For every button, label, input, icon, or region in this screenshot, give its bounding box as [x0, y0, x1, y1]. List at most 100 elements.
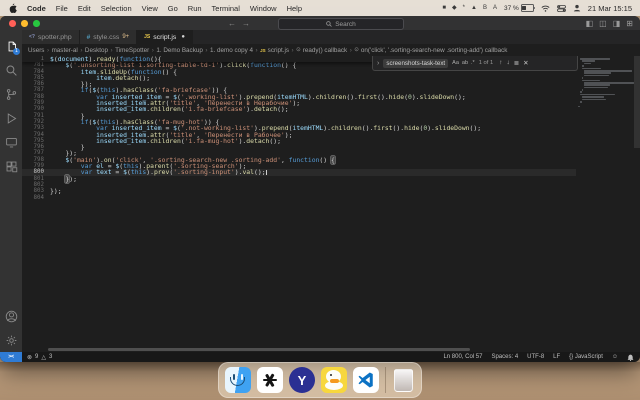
problems-indicator[interactable]: ⊗ 9 △ 3: [27, 354, 52, 361]
menu-file[interactable]: File: [56, 4, 68, 13]
settings-button[interactable]: [0, 328, 22, 352]
code-line-804[interactable]: 804: [22, 195, 576, 201]
menu-code[interactable]: Code: [27, 4, 46, 13]
breadcrumb-separator: ›: [46, 46, 50, 54]
status-encoding[interactable]: UTF-8: [527, 354, 544, 360]
battery-indicator[interactable]: 37 %: [503, 4, 535, 12]
find-in-selection-button[interactable]: ≣: [514, 59, 519, 67]
nav-forward-icon[interactable]: →: [242, 19, 250, 28]
match-case-toggle[interactable]: Aa: [452, 60, 459, 66]
sidebar-item-search[interactable]: [0, 58, 22, 82]
command-center-search[interactable]: Search: [278, 18, 404, 30]
menubar-app-icon-1[interactable]: ■: [442, 5, 446, 11]
layout-toggle-icon-4[interactable]: ⊞: [626, 19, 633, 28]
status-indentation[interactable]: Spaces: 4: [491, 354, 518, 360]
breadcrumb-item[interactable]: script.js: [268, 47, 289, 54]
breadcrumb-item[interactable]: ready() callback: [303, 47, 347, 54]
find-expand-chevron-icon[interactable]: ›: [377, 60, 379, 67]
sidebar-item-explorer[interactable]: 1: [0, 34, 22, 58]
run-debug-icon: [7, 112, 16, 124]
menubar-app-icon-4[interactable]: ▲: [471, 5, 477, 11]
menu-help[interactable]: Help: [287, 4, 302, 13]
find-input[interactable]: screenshots-task-text: [383, 58, 449, 68]
vertical-scrollbar[interactable]: [634, 56, 640, 148]
chatgpt-icon[interactable]: [257, 367, 283, 393]
finder-icon[interactable]: [225, 367, 251, 393]
sidebar-item-run-debug[interactable]: [0, 106, 22, 130]
horizontal-scrollbar[interactable]: [48, 347, 470, 351]
breadcrumb-separator: ›: [151, 46, 154, 54]
line-content: });: [65, 174, 77, 183]
breadcrumb-item[interactable]: master-al: [52, 47, 78, 54]
menu-run[interactable]: Run: [188, 4, 202, 13]
accounts-button[interactable]: [0, 304, 22, 328]
menubar-app-icon-5[interactable]: B: [483, 5, 487, 11]
layout-toggle-icons: ◧ ◫ ◨ ⊞: [586, 16, 633, 30]
zoom-window-button[interactable]: [33, 20, 40, 27]
menu-selection[interactable]: Selection: [101, 4, 132, 13]
layout-toggle-icon-3[interactable]: ◨: [613, 19, 621, 28]
regex-toggle[interactable]: .*: [471, 60, 475, 66]
breadcrumb-item[interactable]: Desktop: [85, 47, 108, 54]
menu-view[interactable]: View: [142, 4, 158, 13]
sidebar-item-extensions[interactable]: [0, 154, 22, 178]
breadcrumb-separator: ›: [110, 46, 113, 54]
close-find-button[interactable]: ✕: [523, 59, 528, 67]
dock: Y: [218, 362, 422, 398]
close-window-button[interactable]: [9, 20, 16, 27]
nav-back-icon[interactable]: ←: [228, 19, 236, 28]
prev-match-button[interactable]: ↑: [499, 59, 502, 67]
breadcrumb-separator: ›: [255, 46, 258, 54]
tab-problems-badge: 9+: [122, 34, 130, 40]
breadcrumb-item[interactable]: 1. demo copy 4: [210, 47, 253, 54]
layout-toggle-icon-1[interactable]: ◧: [586, 19, 594, 28]
remote-indicator[interactable]: ><: [0, 352, 22, 362]
tab-spotter.php[interactable]: <? spotter.php: [22, 30, 80, 44]
menubar-app-icon-6[interactable]: A: [493, 5, 497, 11]
menu-window[interactable]: Window: [250, 4, 277, 13]
sidebar-item-remote-explorer[interactable]: [0, 130, 22, 154]
menubar-status-icons: ■ ◆ * ▲ B A: [442, 5, 497, 11]
user-switch-icon[interactable]: [573, 4, 581, 12]
menu-terminal[interactable]: Terminal: [212, 4, 240, 13]
yandex-browser-icon[interactable]: Y: [289, 367, 315, 393]
battery-percent: 37 %: [503, 4, 519, 12]
tab-style.css[interactable]: # style.css 9+: [79, 30, 138, 44]
find-buttons: ↑ ↓ ≣ ✕: [499, 59, 528, 67]
breadcrumb-item[interactable]: TimeSpotter: [115, 47, 149, 54]
sidebar-item-source-control[interactable]: [0, 82, 22, 106]
next-match-button[interactable]: ↓: [506, 59, 509, 67]
line-number: 1: [40, 56, 45, 62]
vscode-icon[interactable]: [353, 367, 379, 393]
trash-icon[interactable]: [394, 368, 413, 392]
tab-label: spotter.php: [37, 33, 72, 41]
breadcrumb-item[interactable]: 1. Demo Backup: [156, 47, 203, 54]
control-center-icon[interactable]: [556, 4, 566, 12]
code-lines[interactable]: 1 $(document).ready(function(){781 $('.un…: [22, 56, 576, 201]
code-editor[interactable]: 1 $(document).ready(function(){781 $('.un…: [22, 56, 640, 352]
breadcrumb-item[interactable]: on('click', '.sorting-search-new .sortin…: [361, 47, 508, 54]
duck-app-icon[interactable]: [321, 367, 347, 393]
breadcrumb-item[interactable]: Users: [28, 47, 44, 54]
title-bar[interactable]: ← → Search ◧ ◫ ◨ ⊞: [0, 16, 640, 30]
menubar-clock[interactable]: 21 Mar 15:15: [588, 4, 632, 13]
status-eol[interactable]: LF: [553, 354, 560, 360]
layout-toggle-icon-2[interactable]: ◫: [599, 19, 607, 28]
line-content: inserted_item.children('i.fa-briefcase')…: [96, 105, 289, 114]
whole-word-toggle[interactable]: ab: [462, 60, 468, 66]
modified-dot-icon[interactable]: ●: [181, 34, 185, 40]
wifi-icon[interactable]: [541, 5, 550, 12]
feedback-icon[interactable]: ☺: [612, 354, 618, 360]
apple-menu-icon[interactable]: [9, 3, 17, 13]
menu-edit[interactable]: Edit: [78, 4, 91, 13]
tab-script.js[interactable]: JS script.js ●: [137, 30, 193, 44]
status-language-mode[interactable]: {} JavaScript: [569, 354, 603, 360]
menubar-app-icon-2[interactable]: ◆: [452, 5, 457, 11]
menubar-app-icon-3[interactable]: *: [463, 5, 465, 11]
notifications-bell-icon[interactable]: [627, 354, 634, 361]
status-cursor-position[interactable]: Ln 800, Col 57: [443, 354, 482, 360]
minimap[interactable]: [578, 58, 634, 111]
minimize-window-button[interactable]: [21, 20, 28, 27]
breadcrumb[interactable]: Users › master-al › Desktop › TimeSpotter › 1. D…: [22, 44, 640, 56]
menu-go[interactable]: Go: [168, 4, 178, 13]
